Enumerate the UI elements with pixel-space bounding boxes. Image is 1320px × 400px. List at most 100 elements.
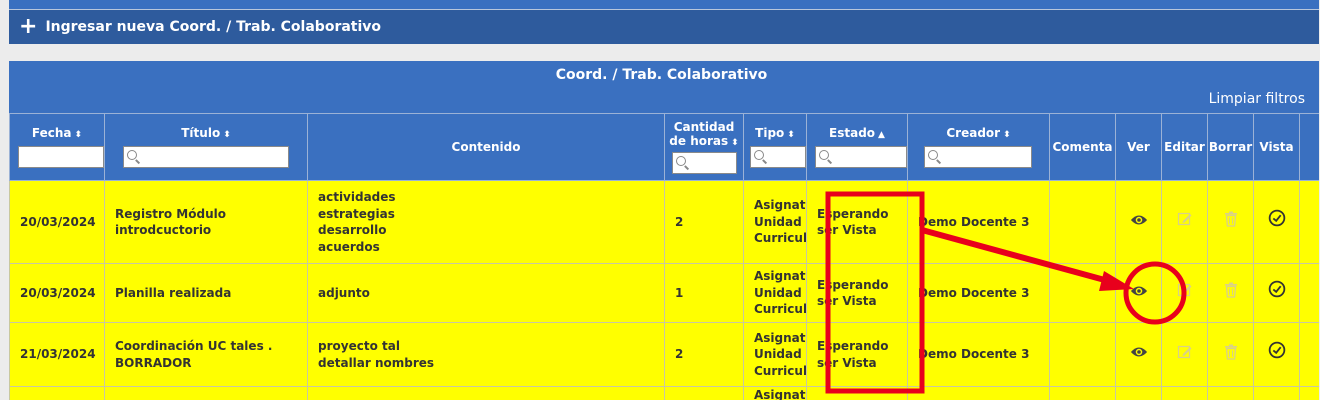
cell-titulo: Registro Módulo introdcuctorio [104,180,308,264]
eye-icon[interactable] [1130,345,1148,359]
trash-icon [1222,211,1240,227]
cell-contenido: proyecto tal detallar nombres [307,322,665,387]
check-circle-icon [1268,280,1286,298]
column-tipo[interactable]: Tipo ⬍ [743,113,807,181]
search-icon [819,150,829,160]
cell-estado-line: ser Vista [817,355,877,370]
column-label: Ver [1127,140,1150,154]
table-row: 21/03/2024 Coordinación UC tales . BORRADO… [9,322,1319,387]
clear-filters-link[interactable]: Limpiar filtros [1209,91,1305,107]
new-entry-bar[interactable]: + Ingresar nueva Coord. / Trab. Colabora… [9,10,1319,44]
cell-tipo-line: Unidad [754,214,802,229]
pencil-icon [1176,283,1194,297]
column-contenido: Contenido [307,113,665,181]
trash-icon [1222,282,1240,298]
sort-icon: ⬍ [1003,130,1011,140]
cell-tipo-line: Curricular [754,363,806,378]
empty-cell [1207,386,1254,400]
column-label: Comenta [1052,140,1113,154]
cell-spacer [1299,180,1319,264]
trash-icon-cell [1207,180,1254,264]
cell-tipo-line: Asignatura [754,198,806,213]
empty-cell [1253,386,1300,400]
check-circle-icon-cell [1253,263,1300,323]
cell-contenido: actividades estrategias desarrollo acuerdos [307,180,665,264]
cell-creador [907,386,1050,400]
pencil-icon [1176,212,1194,226]
cell-contenido [307,386,665,400]
cell-estado [806,386,908,400]
cell-creador: Demo Docente 3 [907,263,1050,323]
column-titulo[interactable]: Título ⬍ [104,113,308,181]
cell-comentarios [1049,263,1116,323]
cell-spacer [1299,322,1319,387]
column-label: Tipo [755,126,785,140]
cell-horas [664,386,744,400]
column-horas[interactable]: Cantidad de horas ⬍ [664,113,744,181]
cell-estado-line: Esperando [817,339,889,353]
fecha-filter-input[interactable] [18,146,104,168]
cell-titulo-line: Coordinación UC tales . [115,339,273,353]
cell-contenido-line: desarrollo [318,223,387,237]
cell-contenido-line: adjunto [318,285,370,300]
cell-tipo-line: Unidad [754,285,802,300]
top-strip [9,0,1319,10]
cell-titulo-line: BORRADOR [115,355,192,370]
column-comentarios: Comenta [1049,113,1116,181]
cell-fecha: 20/03/2024 [9,263,105,323]
eye-icon[interactable] [1130,213,1148,227]
panel-title: Coord. / Trab. Colaborativo [555,67,768,83]
cell-tipo: AsignaturaUnidadCurricular [743,322,807,387]
column-estado[interactable]: Estado ▲ [806,113,908,181]
cell-tipo-line: Curricular [754,302,806,317]
column-label: Borrar [1208,140,1253,154]
creador-filter-input[interactable] [924,146,1032,168]
cell-spacer [1299,386,1319,400]
column-label: Editar [1164,140,1205,154]
cell-tipo-line: Asignatura [754,330,806,345]
eye-icon-cell [1115,180,1162,264]
records-table: Fecha ⬍ Título ⬍ Contenido Cantidad de hor… [9,113,1319,400]
titulo-filter-input[interactable] [123,146,289,168]
column-fecha[interactable]: Fecha ⬍ [9,113,105,181]
cell-comentarios [1049,180,1116,264]
table-row: 20/03/2024 Planilla realizada adjunto 1 Asig… [9,263,1319,323]
cell-tipo: AsignaturaUnidadCurricular [743,263,807,323]
cell-contenido-line: acuerdos [318,239,380,254]
horas-filter-input[interactable] [671,152,737,174]
empty-cell [1115,386,1162,400]
column-borrar: Borrar [1207,113,1254,181]
column-label: Fecha [31,126,72,140]
pencil-icon [1176,345,1194,359]
column-creador[interactable]: Creador ⬍ [907,113,1050,181]
cell-estado: Esperando ser Vista [806,263,908,323]
empty-cell [1161,386,1208,400]
search-icon [928,150,938,160]
eye-icon[interactable] [1130,284,1148,298]
cell-estado-line: ser Vista [817,223,877,237]
cell-horas: 2 [664,322,744,387]
tipo-filter-input[interactable] [750,146,806,168]
sort-icon: ⬍ [731,138,739,148]
cell-contenido-line: detallar nombres [318,355,435,370]
check-circle-icon [1268,341,1286,359]
column-label: Creador [946,126,1001,140]
cell-comentarios [1049,386,1116,400]
cell-contenido-line: proyecto tal [318,339,400,353]
cell-tipo: Asignatura [743,386,807,400]
new-entry-label: Ingresar nueva Coord. / Trab. Colaborati… [45,19,382,35]
plus-icon: + [19,14,38,39]
cell-estado: Esperando ser Vista [806,322,908,387]
column-label: Vista [1259,140,1294,154]
column-label: de horas [669,134,729,148]
estado-filter-input[interactable] [815,146,907,168]
check-circle-icon [1268,209,1286,227]
cell-horas: 1 [664,263,744,323]
column-label: Cantidad [673,120,735,134]
trash-icon-cell [1207,263,1254,323]
cell-tipo: AsignaturaUnidadCurricular [743,180,807,264]
pencil-icon-cell [1161,263,1208,323]
cell-creador: Demo Docente 3 [907,180,1050,264]
sort-asc-icon: ▲ [878,130,885,140]
cell-fecha: 21/03/2024 [9,322,105,387]
